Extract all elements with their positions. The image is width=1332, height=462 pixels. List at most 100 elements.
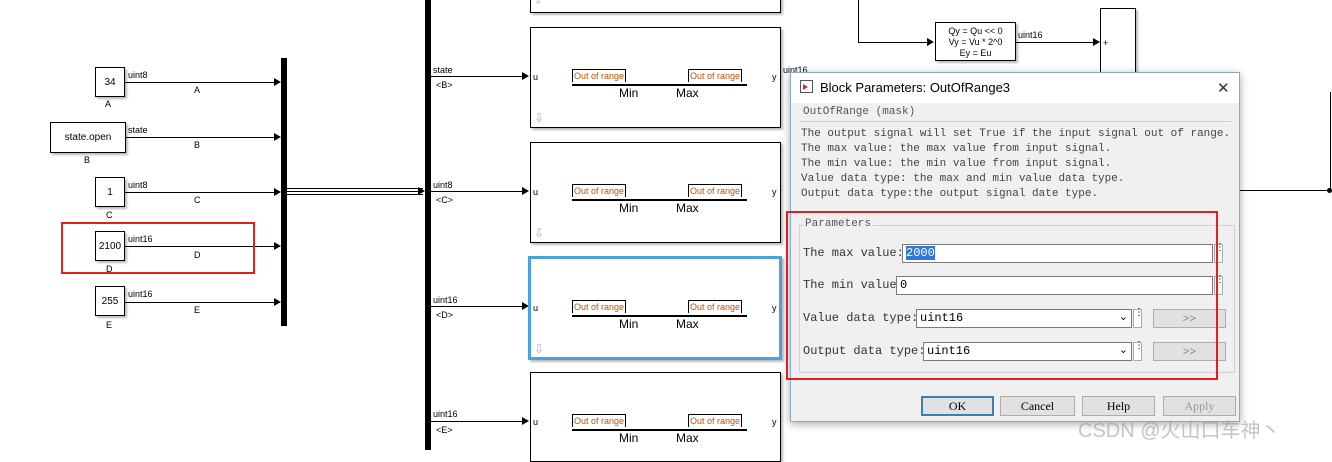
constant-block-a[interactable]: 34 [95, 67, 125, 97]
sub4-in-port: u [533, 417, 539, 427]
sub1-left-range: Out of range [572, 69, 627, 82]
subsystem-top-partial[interactable]: ⇩ [530, 0, 781, 13]
close-icon[interactable]: ✕ [1217, 79, 1230, 97]
sub1-down-arrow-icon: ⇩ [534, 111, 545, 125]
sub1-in-arrow [522, 72, 529, 80]
arrow-c [274, 188, 281, 196]
subsystem-out-of-range-2[interactable]: u y Out of range Out of range Min Max ⇩ [530, 142, 781, 243]
sub1-in-port: u [533, 72, 539, 82]
sub3-in-port: u [533, 303, 539, 313]
cancel-button[interactable]: Cancel [1000, 396, 1075, 416]
mask-group-label: OutOfRange (mask) [803, 106, 916, 118]
subsystem-out-of-range-3-selected[interactable]: u y Out of range Out of range Min Max ⇩ [528, 256, 782, 360]
signal-type-b: state [128, 125, 148, 135]
bus-selector[interactable] [425, 0, 431, 450]
sub4-max: Max [676, 431, 699, 445]
sub4-right-range: Out of range [688, 414, 743, 427]
constant-name-c: C [106, 210, 113, 220]
watermark: CSDN @火山口车神丶 [1078, 420, 1281, 442]
dialog-title: Block Parameters: OutOfRange3 [820, 80, 1011, 95]
fcn-line-2: Vy = Vu * 2^0 [948, 37, 1003, 47]
sub2-max: Max [676, 201, 699, 215]
sub2-in-arrow [522, 187, 529, 195]
bus-label-e: E [194, 305, 201, 315]
signal-line-b[interactable] [126, 137, 275, 138]
help-button[interactable]: Help [1082, 396, 1155, 416]
right-vertical-line [1330, 92, 1331, 192]
constant-name-b: B [84, 155, 91, 165]
fcn-out-line[interactable] [1016, 42, 1094, 43]
description-line-2: The max value: the max value from input … [801, 143, 1112, 155]
dialog-titlebar[interactable]: Block Parameters: OutOfRange3 ✕ [791, 73, 1239, 103]
signal-type-a: uint8 [128, 70, 148, 80]
constant-block-e[interactable]: 255 [95, 286, 125, 316]
signal-type-c: uint8 [128, 180, 148, 190]
highlight-box-d [61, 222, 255, 274]
sub4-signal: uint16 [433, 409, 458, 419]
apply-button[interactable]: Apply [1163, 396, 1236, 416]
bus-line-2[interactable] [287, 191, 423, 192]
sub3-range-line [572, 315, 747, 317]
bus-creator[interactable] [281, 58, 287, 326]
sub1-max: Max [676, 86, 699, 100]
sub1-right-range: Out of range [688, 69, 743, 82]
ok-button[interactable]: OK [921, 396, 994, 416]
constant-block-b[interactable]: state.open [50, 122, 126, 153]
sub3-min: Min [619, 317, 639, 331]
sub3-out-port: y [772, 303, 777, 313]
sub4-in-line[interactable] [431, 421, 523, 422]
sub3-left-range: Out of range [572, 300, 627, 313]
sub2-signal: uint8 [433, 180, 453, 190]
description-line-1: The output signal will set True if the i… [801, 128, 1231, 140]
sub1-signal: state [433, 65, 453, 75]
arrow-a [274, 78, 281, 86]
sub2-min: Min [619, 201, 639, 215]
bus-label-b: B [194, 140, 201, 150]
junction-dot [1327, 188, 1332, 193]
sub3-max: Max [676, 317, 699, 331]
sub4-min: Min [619, 431, 639, 445]
sum-block[interactable]: + [1100, 8, 1136, 80]
arrow-b [274, 133, 281, 141]
sub2-range-line [572, 199, 747, 201]
signal-line-e[interactable] [125, 302, 275, 303]
description-line-5: Output data type:the output signal date … [801, 188, 1099, 200]
sub3-down-arrow-icon: ⇩ [534, 342, 545, 356]
constant-name-a: A [105, 99, 112, 109]
sub2-in-port: u [533, 187, 539, 197]
bus-line-1[interactable] [287, 188, 423, 189]
signal-line-c[interactable] [125, 192, 275, 193]
sum-sign: + [1103, 38, 1109, 48]
highlight-box-parameters [786, 211, 1218, 380]
sub1-bus-sel: <B> [436, 80, 453, 90]
sub2-right-range: Out of range [688, 184, 743, 197]
down-arrow-icon: ⇩ [534, 0, 543, 7]
arrow-e [274, 298, 281, 306]
sub3-in-line[interactable] [431, 306, 523, 307]
sub4-out-port: y [772, 417, 777, 427]
bus-arrow [418, 187, 425, 195]
subsystem-out-of-range-1[interactable]: u y Out of range Out of range Min Max ⇩ [530, 27, 781, 128]
description-line-4: Value data type: the max and min value d… [801, 173, 1125, 185]
constant-block-c[interactable]: 1 [95, 177, 125, 207]
sub3-right-range: Out of range [688, 300, 743, 313]
subsystem-out-of-range-4[interactable]: u y Out of range Out of range Min Max [530, 372, 781, 462]
sub2-bus-sel: <C> [436, 195, 454, 205]
signal-line-a[interactable] [125, 82, 275, 83]
sub1-in-line[interactable] [431, 76, 523, 77]
sub1-out-port: y [772, 72, 777, 82]
fcn-in-vline [858, 0, 859, 42]
bus-label-c: C [194, 195, 201, 205]
sub3-signal: uint16 [433, 295, 458, 305]
sub2-left-range: Out of range [572, 184, 627, 197]
sub4-in-arrow [522, 417, 529, 425]
fcn-out-type: uint16 [1018, 30, 1043, 40]
sub2-in-line[interactable] [431, 191, 523, 192]
sub4-left-range: Out of range [572, 414, 627, 427]
data-type-conversion-block[interactable]: Qy = Qu << 0 Vy = Vu * 2^0 Ey = Eu [935, 22, 1016, 61]
fcn-in-line[interactable] [858, 42, 928, 43]
bus-line-3[interactable] [287, 194, 423, 195]
arrow-d [274, 242, 281, 250]
sub1-range-line [572, 84, 747, 86]
right-output-line[interactable] [1240, 190, 1330, 191]
